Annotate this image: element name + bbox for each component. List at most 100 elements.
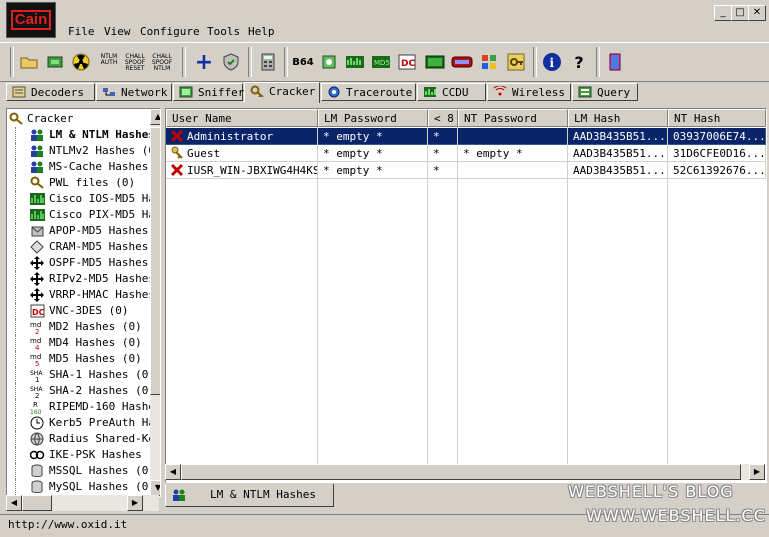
cisco-icon — [30, 209, 45, 221]
tree-item-label: SHA-2 Hashes (0) — [49, 384, 150, 397]
menu-help[interactable]: Help — [248, 25, 275, 38]
chall-spoof-ntlm-button[interactable]: CHALL SPOOF NTLM — [151, 48, 173, 76]
open-folder-icon[interactable] — [18, 48, 40, 76]
cell-less-than-8: * — [428, 145, 458, 162]
windows-icon[interactable] — [478, 48, 500, 76]
column-header-less-than-8[interactable]: < 8 — [428, 109, 458, 127]
calculator-icon[interactable] — [257, 48, 279, 76]
cell-nt-hash: 52C61392676... — [668, 162, 766, 179]
tree-item-label: LM & NTLM Hashes — [49, 128, 150, 141]
tab-decoders[interactable]: Decoders — [6, 83, 95, 101]
column-header-lm-password[interactable]: LM Password — [318, 109, 428, 127]
sha1-icon: SHA1 — [30, 370, 43, 382]
cell-nt-password — [458, 162, 568, 179]
info-icon[interactable]: i — [541, 48, 563, 76]
cell-lm-password-text: * empty * — [323, 147, 383, 160]
scroll-right-arrow-icon[interactable]: ▶ — [127, 495, 143, 511]
scroll-thumb[interactable] — [150, 127, 160, 395]
clock-icon — [30, 416, 44, 430]
scroll-left-arrow-icon[interactable]: ◀ — [6, 495, 22, 511]
scroll-thumb[interactable] — [181, 464, 741, 480]
app-logo: Cain — [6, 2, 56, 38]
chall-spoof-reset-button[interactable]: CHALL SPOOF RESET — [124, 48, 146, 76]
scroll-thumb[interactable] — [22, 495, 52, 511]
tab-query[interactable]: Query — [572, 83, 638, 101]
traceroute-icon — [328, 86, 340, 98]
column-header-nt-password[interactable]: NT Password — [458, 109, 568, 127]
tree-connector — [15, 143, 26, 159]
monitor-icon[interactable] — [424, 48, 446, 76]
tree-item-label: Cisco IOS-MD5 Hashes — [49, 192, 150, 205]
cell-less-than-8-text: * — [433, 147, 440, 160]
tree-connector — [15, 207, 26, 223]
menu-file[interactable]: File — [68, 25, 95, 38]
table-row[interactable]: Administrator * empty * * AAD3B435B51... 039… — [166, 128, 766, 145]
add-icon[interactable]: + — [193, 48, 215, 76]
exit-icon[interactable] — [604, 48, 626, 76]
toolbar-separator — [10, 47, 14, 77]
network-icon — [103, 88, 115, 96]
maximize-button[interactable]: □ — [731, 5, 749, 21]
menu-view[interactable]: View — [104, 25, 131, 38]
tree-item-label: RIPv2-MD5 Hashes — [49, 272, 150, 285]
scroll-left-arrow-icon[interactable]: ◀ — [165, 464, 181, 480]
column-header-user-name[interactable]: User Name — [166, 109, 318, 127]
grid-horizontal-scrollbar[interactable]: ◀ ▶ — [165, 464, 765, 480]
md5-icon: md5 — [30, 353, 41, 366]
bottom-tab-lm-ntlm-hashes[interactable]: LM & NTLM Hashes — [165, 484, 334, 507]
hash-list[interactable]: User Name LM Password < 8 NT Password LM… — [165, 108, 767, 483]
tab-ccdu[interactable]: CCDU — [417, 83, 486, 101]
network-card-icon[interactable] — [318, 48, 340, 76]
cisco-hash-icon[interactable] — [344, 48, 366, 76]
table-row[interactable]: IUSR_WIN-JBXIWG4H4KS * empty * * AAD3B435B5… — [166, 162, 766, 179]
cell-lm-hash-text: AAD3B435B51... — [573, 147, 666, 160]
tree-item-label: MS-Cache Hashes — [49, 160, 149, 173]
minimize-button[interactable]: _ — [714, 5, 732, 21]
help-icon[interactable]: ? — [568, 48, 590, 76]
scroll-down-arrow-icon[interactable]: ▼ — [150, 480, 160, 496]
tree-item-label: SHA-1 Hashes (0) — [49, 368, 150, 381]
tree-connector — [15, 399, 26, 415]
tree-connector — [15, 239, 26, 255]
cracker-tree[interactable]: Cracker LM & NTLM Hashes NTLMv2 Hashes (0… — [6, 108, 161, 497]
tree-connector — [15, 191, 26, 207]
tree-item-label: MD2 Hashes (0) — [49, 320, 142, 333]
cell-lm-hash: AAD3B435B51... — [568, 162, 668, 179]
cell-less-than-8: * — [428, 162, 458, 179]
key-icon — [9, 112, 23, 125]
base64-button[interactable]: B64 — [292, 48, 314, 76]
vnc-decoder-icon[interactable]: DC — [396, 48, 418, 76]
md5-hash-icon[interactable]: MD5 — [370, 48, 392, 76]
tab-traceroute[interactable]: Traceroute — [321, 83, 416, 101]
tree-horizontal-scrollbar[interactable]: ◀ ▶ — [6, 495, 159, 511]
tree-item-label: Kerb5 PreAuth Hashes — [49, 416, 150, 429]
tab-cracker[interactable]: Cracker — [244, 82, 320, 103]
tree-connector — [15, 415, 26, 431]
tab-sniffer[interactable]: Sniffer — [173, 83, 244, 101]
start-sniffer-icon[interactable] — [44, 48, 66, 76]
menu-configure[interactable]: Configure — [140, 25, 200, 38]
column-divider — [317, 127, 318, 464]
close-button[interactable]: ✕ — [748, 5, 766, 21]
svg-text:160: 160 — [30, 409, 42, 414]
menu-bar: File View Configure Tools Help — [0, 24, 769, 42]
password-key-icon[interactable] — [505, 48, 527, 76]
menu-tools[interactable]: Tools — [207, 25, 240, 38]
shield-icon[interactable] — [220, 48, 242, 76]
scroll-up-arrow-icon[interactable]: ▲ — [150, 109, 160, 125]
toolbar-separator — [248, 47, 252, 77]
scroll-right-arrow-icon[interactable]: ▶ — [749, 464, 765, 480]
ripemd-icon: R160 — [30, 401, 42, 414]
device-icon[interactable] — [451, 48, 473, 76]
column-header-nt-hash[interactable]: NT Hash — [668, 109, 766, 127]
sniffer-icon — [179, 86, 193, 98]
table-row[interactable]: Guest * empty * * * empty * AAD3B435B51... 31… — [166, 145, 766, 162]
tab-wireless[interactable]: Wireless — [487, 83, 571, 101]
tab-network[interactable]: Network — [96, 83, 172, 101]
tree-vertical-scrollbar[interactable]: ▲ ▼ — [150, 109, 160, 496]
tree-body: Cracker LM & NTLM Hashes NTLMv2 Hashes (0… — [7, 109, 150, 496]
tab-label: Traceroute — [346, 86, 413, 99]
ntlm-auth-button[interactable]: NTLM AUTH — [98, 48, 120, 76]
column-header-lm-hash[interactable]: LM Hash — [568, 109, 668, 127]
radioactive-icon[interactable] — [70, 48, 92, 76]
